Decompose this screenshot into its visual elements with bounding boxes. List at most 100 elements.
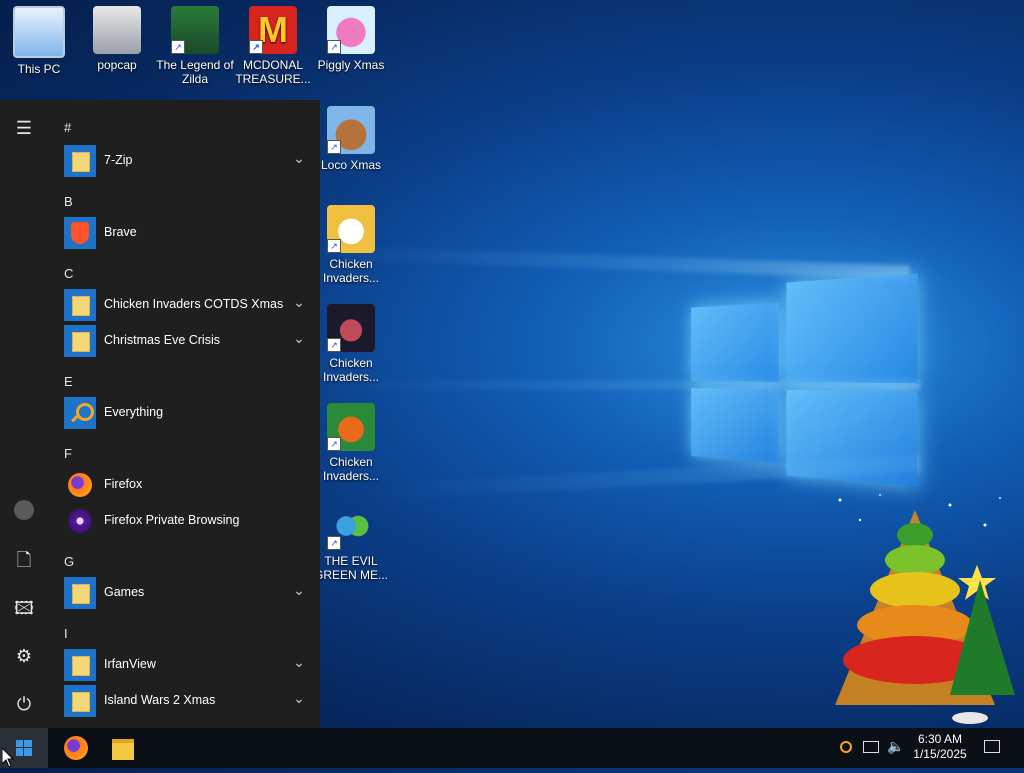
app-label: Island Wars 2 Xmas (104, 693, 216, 707)
power-icon[interactable]: ⏻ (12, 692, 36, 716)
documents-icon[interactable]: 🗋 (12, 548, 36, 572)
chevron-down-icon[interactable]: ⌄ (292, 294, 306, 311)
brave-icon (64, 217, 96, 249)
folder-icon (64, 289, 96, 321)
shortcut-arrow-icon: ↗ (327, 536, 341, 550)
settings-icon[interactable]: ⚙ (12, 644, 36, 668)
app-label: 7-Zip (104, 153, 133, 167)
desktop-icon-label: This PC (17, 62, 61, 76)
app-list: # 7-Zip ⌄ B Brave C Chicken Invaders COT… (48, 100, 320, 728)
pig-icon: ↗ (327, 6, 375, 54)
section-header[interactable]: B (64, 194, 73, 209)
shortcut-arrow-icon: ↗ (249, 40, 263, 54)
desktop-icon-evil-green-me[interactable]: ↗ THE EVIL GREEN ME... (312, 496, 390, 582)
app-item-7zip[interactable]: 7-Zip ⌄ (62, 144, 306, 178)
section-header[interactable]: C (64, 266, 73, 281)
app-label: Everything (104, 405, 164, 419)
chevron-down-icon[interactable]: ⌄ (292, 150, 306, 167)
pictures-icon[interactable]: 🖾 (12, 596, 36, 620)
game-character-icon: ↗ (171, 6, 219, 54)
network-icon (863, 741, 879, 753)
app-item-everything[interactable]: Everything (62, 396, 306, 430)
action-center-icon (984, 740, 1000, 753)
tray-action-center[interactable] (978, 728, 1008, 768)
app-item-irfanview[interactable]: IrfanView ⌄ (62, 648, 306, 682)
hamburger-icon[interactable]: ☰ (12, 116, 36, 140)
app-label: Games (104, 585, 145, 599)
start-menu: ☰ 🗋 🖾 ⚙ ⏻ # 7-Zip ⌄ B Brave C Chicken In… (0, 100, 320, 728)
taskbar-firefox[interactable] (52, 728, 100, 768)
section-header[interactable]: G (64, 554, 74, 569)
people-icon: ↗ (327, 502, 375, 550)
taskbar-file-explorer[interactable] (100, 728, 148, 768)
clock-time: 6:30 AM (917, 732, 963, 746)
folder-icon (64, 577, 96, 609)
desktop-icon-mcdonal-treasure[interactable]: M ↗ MCDONAL TREASURE... (234, 0, 312, 86)
desktop-icon-popcap[interactable]: popcap (78, 0, 156, 72)
taskbar: 🔈 6:30 AM 1/15/2025 (0, 728, 1024, 768)
desktop-icon-legend-of-zilda[interactable]: ↗ The Legend of Zilda (156, 0, 234, 86)
desktop-icon-label: MCDONAL TREASURE... (235, 58, 311, 86)
section-header[interactable]: I (64, 626, 68, 641)
section-header[interactable]: F (64, 446, 72, 461)
bear-icon: ↗ (327, 106, 375, 154)
folder-icon (64, 649, 96, 681)
app-item-brave[interactable]: Brave (62, 216, 306, 250)
folder-icon (64, 145, 96, 177)
chevron-down-icon[interactable]: ⌄ (292, 654, 306, 671)
start-menu-rail: ☰ 🗋 🖾 ⚙ ⏻ (0, 100, 48, 728)
this-pc-icon (13, 6, 65, 58)
windows-logo-wallpaper (691, 251, 918, 487)
clock-date: 1/15/2025 (913, 747, 967, 761)
chicken-icon: ↗ (327, 304, 375, 352)
folder-icon (93, 6, 141, 54)
folder-icon (64, 325, 96, 357)
user-icon[interactable] (12, 500, 36, 524)
chicken-icon: ↗ (327, 205, 375, 253)
shortcut-arrow-icon: ↗ (327, 239, 341, 253)
desktop-icon-chicken-invaders-1[interactable]: ↗ Chicken Invaders... (312, 199, 390, 285)
app-item-firefox[interactable]: Firefox (62, 468, 306, 502)
firefox-icon (64, 736, 88, 760)
desktop-icon-label: Loco Xmas (320, 158, 382, 172)
desktop-icon-chicken-invaders-2[interactable]: ↗ Chicken Invaders... (312, 298, 390, 384)
section-header[interactable]: # (64, 120, 71, 135)
shortcut-arrow-icon: ↗ (327, 437, 341, 451)
app-label: IrfanView (104, 657, 156, 671)
tray-volume[interactable]: 🔈 (884, 728, 906, 768)
volume-icon: 🔈 (887, 738, 905, 754)
chevron-down-icon[interactable]: ⌄ (292, 690, 306, 707)
mcdonalds-logo-icon: M ↗ (249, 6, 297, 54)
desktop-icon-this-pc[interactable]: This PC (0, 0, 78, 76)
everything-search-icon (840, 741, 852, 753)
firefox-icon (64, 469, 96, 501)
app-item-island-wars-2[interactable]: Island Wars 2 Xmas ⌄ (62, 684, 306, 718)
folder-icon (64, 685, 96, 717)
section-header[interactable]: E (64, 374, 73, 389)
search-icon (64, 397, 96, 429)
app-item-games[interactable]: Games ⌄ (62, 576, 306, 610)
desktop-icon-loco-xmas[interactable]: ↗ Loco Xmas (312, 100, 390, 172)
chevron-down-icon[interactable]: ⌄ (292, 582, 306, 599)
shortcut-arrow-icon: ↗ (327, 338, 341, 352)
tray-everything-search[interactable] (836, 728, 856, 768)
app-item-christmas-eve-crisis[interactable]: Christmas Eve Crisis ⌄ (62, 324, 306, 358)
christmas-tree-decoration (835, 493, 1015, 724)
tray-clock[interactable]: 6:30 AM 1/15/2025 (906, 728, 974, 768)
app-label: Christmas Eve Crisis (104, 333, 220, 347)
mouse-cursor-icon (2, 748, 15, 768)
desktop-icon-label: Chicken Invaders... (322, 356, 380, 384)
desktop-icon-piggly-xmas[interactable]: ↗ Piggly Xmas (312, 0, 390, 72)
desktop-icon-label: Piggly Xmas (317, 58, 385, 72)
desktop-icon-label: Chicken Invaders... (322, 257, 380, 285)
app-label: Firefox (104, 477, 143, 491)
desktop-icon-chicken-invaders-3[interactable]: ↗ Chicken Invaders... (312, 397, 390, 483)
shortcut-arrow-icon: ↗ (171, 40, 185, 54)
tray-network[interactable] (860, 728, 882, 768)
chevron-down-icon[interactable]: ⌄ (292, 330, 306, 347)
app-item-chicken-invaders-cotds[interactable]: Chicken Invaders COTDS Xmas ⌄ (62, 288, 306, 322)
shortcut-arrow-icon: ↗ (327, 140, 341, 154)
app-item-firefox-private[interactable]: Firefox Private Browsing (62, 504, 306, 538)
desktop-icon-label: THE EVIL GREEN ME... (313, 554, 388, 582)
app-label: Chicken Invaders COTDS Xmas (104, 297, 284, 311)
